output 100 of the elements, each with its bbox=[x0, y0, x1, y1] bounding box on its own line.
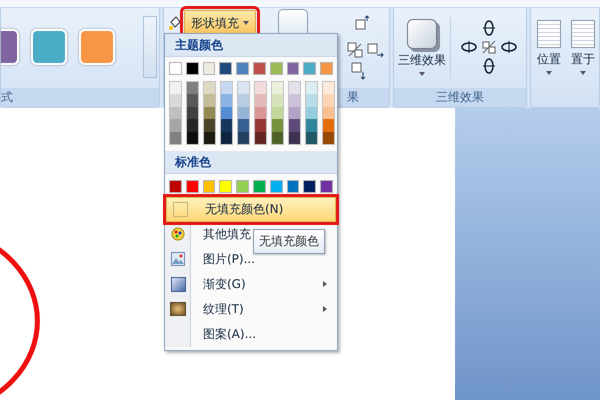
color-swatch[interactable] bbox=[320, 180, 333, 193]
menu-item[interactable]: 纹理(T) bbox=[165, 296, 337, 322]
color-swatch[interactable] bbox=[221, 132, 232, 144]
section-header: 主题颜色 bbox=[165, 34, 337, 57]
color-swatch[interactable] bbox=[236, 62, 249, 75]
color-swatch[interactable] bbox=[204, 119, 215, 132]
color-swatch[interactable] bbox=[238, 119, 249, 132]
color-swatch[interactable] bbox=[236, 180, 249, 193]
color-swatch[interactable] bbox=[170, 82, 181, 94]
color-swatch[interactable] bbox=[303, 62, 316, 75]
color-swatch[interactable] bbox=[170, 119, 181, 132]
color-swatch[interactable] bbox=[306, 94, 317, 107]
menu-item[interactable]: 图片(P)... bbox=[165, 246, 256, 272]
caret-icon bbox=[243, 21, 249, 25]
texture-icon bbox=[170, 302, 186, 316]
color-swatch[interactable] bbox=[286, 62, 300, 75]
menu-item[interactable]: 渐变(G) bbox=[165, 272, 337, 297]
color-swatch[interactable] bbox=[187, 119, 198, 132]
tilt-right-icon[interactable] bbox=[500, 40, 516, 54]
color-swatch[interactable] bbox=[272, 119, 283, 132]
color-swatch[interactable] bbox=[272, 94, 283, 107]
tooltip: 无填充颜色 bbox=[253, 229, 325, 254]
tilt-up-icon[interactable] bbox=[480, 20, 496, 36]
color-swatch[interactable] bbox=[306, 119, 317, 132]
menu-item[interactable]: 图案(A)... bbox=[165, 322, 256, 347]
color-swatch[interactable] bbox=[272, 82, 283, 94]
color-swatch[interactable] bbox=[187, 106, 198, 120]
shadow-icon[interactable] bbox=[354, 15, 370, 31]
tilt-left-icon[interactable] bbox=[460, 40, 476, 54]
shape-style-swatch[interactable] bbox=[79, 29, 115, 65]
color-swatch[interactable] bbox=[323, 82, 334, 94]
color-swatch[interactable] bbox=[204, 82, 215, 94]
color-swatch[interactable] bbox=[289, 106, 300, 120]
color-swatch[interactable] bbox=[204, 94, 215, 107]
color-swatch[interactable] bbox=[255, 106, 266, 120]
color-swatch[interactable] bbox=[255, 94, 266, 107]
color-swatch[interactable] bbox=[255, 132, 266, 144]
color-swatch[interactable] bbox=[204, 106, 215, 120]
shadow-icon[interactable] bbox=[367, 42, 385, 58]
shape-style-swatch[interactable] bbox=[31, 29, 67, 65]
color-swatch[interactable] bbox=[170, 94, 181, 107]
color-swatch[interactable] bbox=[289, 132, 300, 144]
color-swatch[interactable] bbox=[187, 82, 198, 94]
color-swatch[interactable] bbox=[170, 106, 181, 120]
color-swatch[interactable] bbox=[270, 180, 283, 193]
color-swatch[interactable] bbox=[219, 62, 232, 75]
3d-effects-button[interactable]: 三维效果 bbox=[394, 16, 451, 78]
color-swatch[interactable] bbox=[320, 62, 333, 75]
arrange-button[interactable]: 置于 bbox=[569, 18, 597, 76]
color-swatch[interactable] bbox=[286, 180, 300, 193]
color-swatch[interactable] bbox=[323, 132, 334, 144]
color-swatch[interactable] bbox=[169, 62, 182, 75]
color-swatch[interactable] bbox=[204, 132, 215, 144]
color-swatch[interactable] bbox=[202, 62, 216, 75]
tilt-down-icon[interactable] bbox=[480, 58, 496, 74]
shape-style-swatch[interactable] bbox=[1, 29, 19, 65]
color-swatch[interactable] bbox=[238, 82, 249, 94]
color-swatch[interactable] bbox=[252, 62, 266, 75]
color-swatch[interactable] bbox=[272, 106, 283, 120]
group-label: 三维效果 bbox=[394, 88, 526, 107]
color-swatch[interactable] bbox=[221, 119, 232, 132]
color-swatch[interactable] bbox=[289, 94, 300, 107]
color-swatch[interactable] bbox=[169, 180, 182, 193]
color-swatch[interactable] bbox=[238, 94, 249, 107]
color-swatch[interactable] bbox=[221, 94, 232, 107]
color-swatch[interactable] bbox=[306, 82, 317, 94]
shadow-toggle-icon[interactable] bbox=[347, 42, 363, 58]
color-swatch[interactable] bbox=[252, 180, 266, 193]
color-swatch[interactable] bbox=[303, 180, 316, 193]
color-swatch[interactable] bbox=[170, 132, 181, 144]
color-swatch[interactable] bbox=[323, 106, 334, 120]
menu-item[interactable]: 无填充颜色(N) bbox=[166, 196, 336, 222]
paint-bucket-icon bbox=[168, 15, 182, 31]
color-swatch[interactable] bbox=[323, 119, 334, 132]
color-swatch[interactable] bbox=[289, 82, 300, 94]
color-swatch[interactable] bbox=[270, 62, 283, 75]
color-swatch[interactable] bbox=[255, 82, 266, 94]
color-swatch[interactable] bbox=[219, 180, 232, 193]
color-swatch[interactable] bbox=[272, 132, 283, 144]
arrange-button[interactable]: 位置 bbox=[535, 18, 563, 76]
color-swatch[interactable] bbox=[186, 62, 199, 75]
color-swatch[interactable] bbox=[187, 132, 198, 144]
3d-toggle-icon[interactable] bbox=[480, 40, 496, 54]
color-swatch[interactable] bbox=[323, 94, 334, 107]
color-swatch[interactable] bbox=[186, 180, 199, 193]
color-swatch[interactable] bbox=[187, 94, 198, 107]
caret-icon bbox=[580, 70, 586, 74]
color-swatch[interactable] bbox=[289, 119, 300, 132]
menu-item[interactable]: 其他填充 bbox=[165, 222, 251, 247]
color-swatch[interactable] bbox=[255, 119, 266, 132]
color-swatch[interactable] bbox=[202, 180, 216, 193]
color-swatch[interactable] bbox=[238, 106, 249, 120]
color-swatch[interactable] bbox=[221, 106, 232, 120]
color-swatch[interactable] bbox=[221, 82, 232, 94]
gallery-scrollbar[interactable] bbox=[143, 16, 157, 78]
color-swatch[interactable] bbox=[238, 132, 249, 144]
color-swatch[interactable] bbox=[306, 132, 317, 144]
color-swatch[interactable] bbox=[306, 106, 317, 120]
shadow-icon[interactable] bbox=[351, 62, 367, 80]
group-label: 式 bbox=[1, 88, 159, 107]
